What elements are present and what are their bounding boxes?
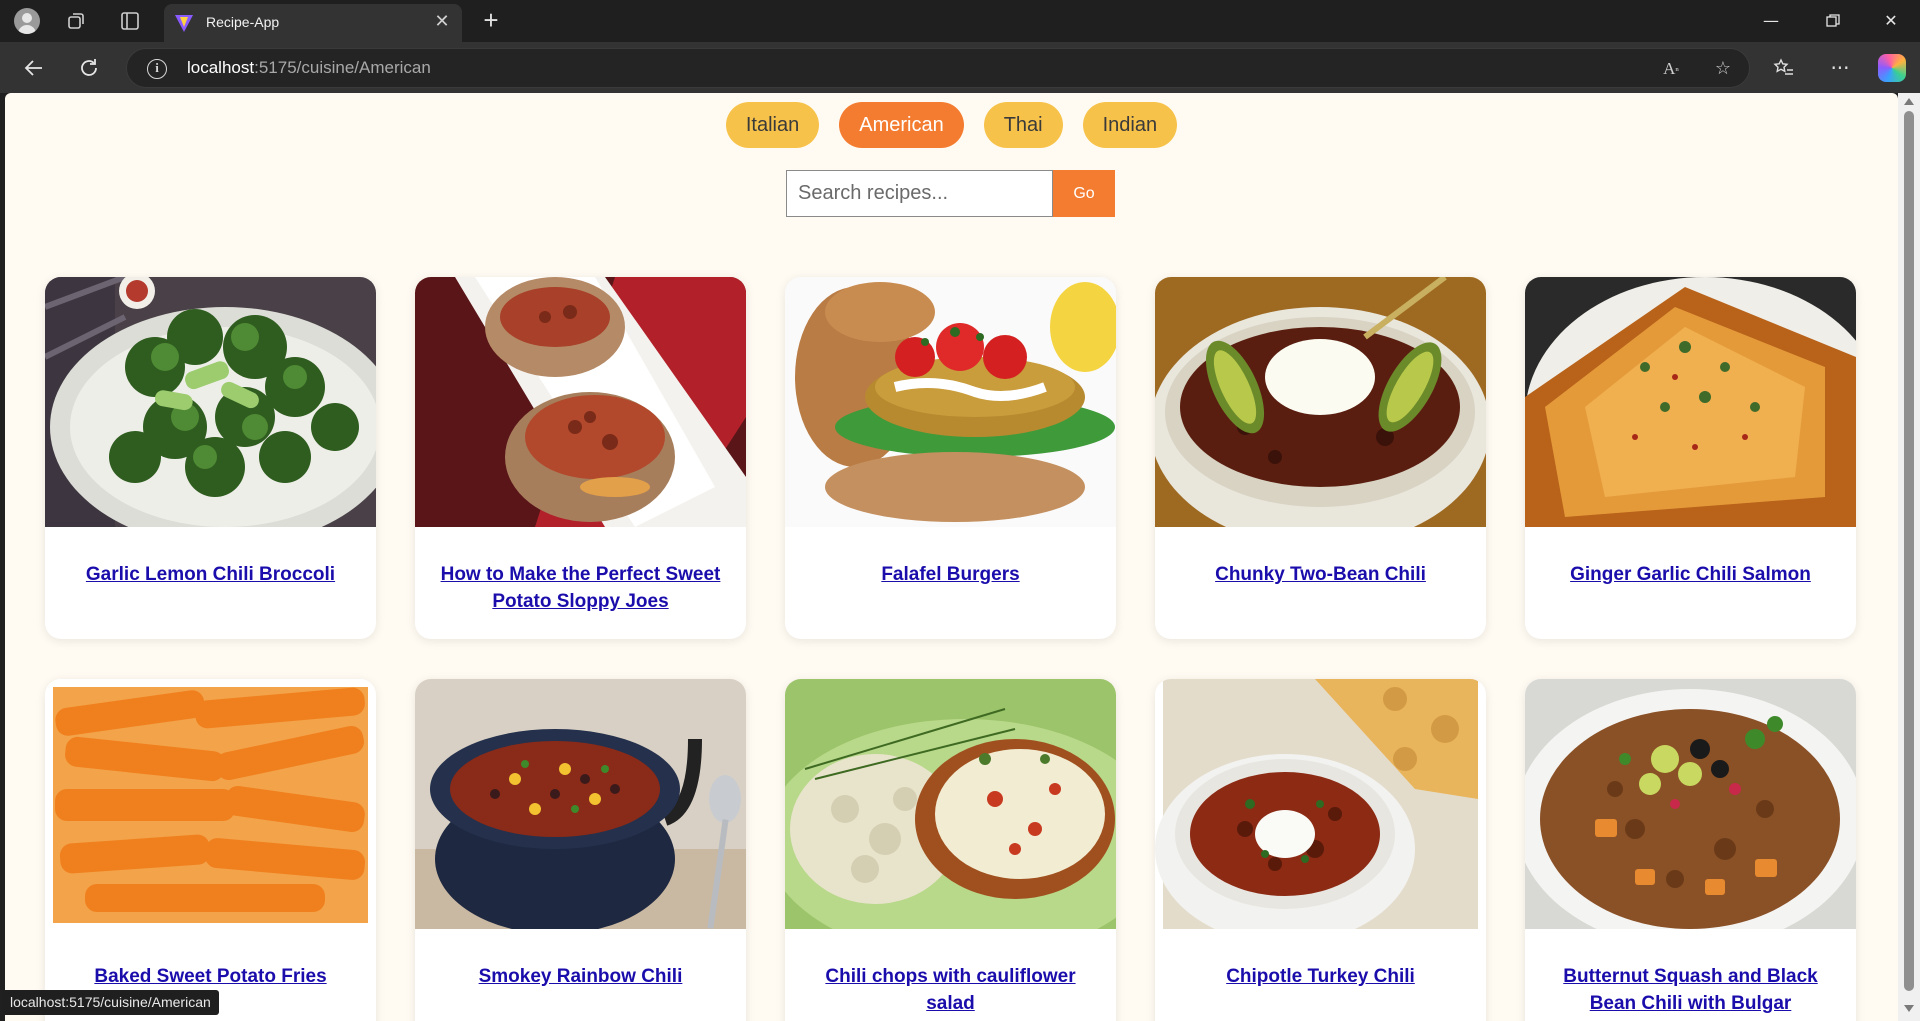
workspaces-icon[interactable]	[64, 9, 88, 33]
recipe-image-rainbow-chili[interactable]	[415, 679, 746, 929]
recipe-title-link[interactable]: Chunky Two-Bean Chili	[1155, 561, 1486, 588]
back-icon[interactable]	[20, 54, 48, 82]
recipe-image-sweet-potato[interactable]	[415, 277, 746, 527]
recipe-image-broccoli[interactable]	[45, 277, 376, 527]
recipe-card[interactable]: Baked Sweet Potato Fries	[45, 679, 376, 1021]
recipe-card[interactable]: How to Make the Perfect Sweet Potato Slo…	[415, 277, 746, 639]
favorite-star-icon[interactable]: ☆	[1711, 57, 1735, 81]
recipe-title-link[interactable]: Chili chops with cauliflower salad	[785, 963, 1116, 1017]
scrollbar-thumb[interactable]	[1904, 111, 1914, 991]
recipe-title-link[interactable]: Ginger Garlic Chili Salmon	[1525, 561, 1856, 588]
address-url[interactable]: localhost:5175/cuisine/American	[187, 58, 431, 78]
search-go-button[interactable]: Go	[1053, 170, 1115, 217]
page-scrollbar[interactable]	[1898, 93, 1920, 1021]
search-input[interactable]	[786, 170, 1053, 217]
recipe-card[interactable]: Chunky Two-Bean Chili	[1155, 277, 1486, 639]
recipe-card[interactable]: Ginger Garlic Chili Salmon	[1525, 277, 1856, 639]
page-viewport: Italian American Thai Indian Go	[5, 93, 1898, 1021]
recipe-image-fries[interactable]	[45, 679, 376, 929]
recipe-image-burger[interactable]	[785, 277, 1116, 527]
close-window-icon[interactable]: ✕	[1876, 8, 1906, 34]
scroll-up-arrow-icon[interactable]	[1904, 98, 1914, 105]
recipe-card[interactable]: Smokey Rainbow Chili	[415, 679, 746, 1021]
profile-avatar-icon[interactable]	[14, 8, 40, 34]
tab-title: Recipe-App	[206, 14, 280, 30]
browser-titlebar: Recipe-App ✕ + — ✕	[0, 0, 1920, 42]
tab-actions-icon[interactable]	[118, 9, 142, 33]
recipe-image-chops[interactable]	[785, 679, 1116, 929]
scroll-down-arrow-icon[interactable]	[1904, 1005, 1914, 1012]
recipe-title-link[interactable]: Smokey Rainbow Chili	[415, 963, 746, 990]
more-options-icon[interactable]: ···	[1826, 54, 1854, 82]
read-aloud-icon[interactable]: Aⁿ	[1659, 57, 1683, 81]
recipe-card[interactable]: Butternut Squash and Black Bean Chili wi…	[1525, 679, 1856, 1021]
minimize-icon[interactable]: —	[1756, 8, 1786, 34]
recipe-title-link[interactable]: Baked Sweet Potato Fries	[45, 963, 376, 990]
browser-toolbar: i localhost:5175/cuisine/American Aⁿ ☆ ·…	[0, 42, 1920, 93]
site-info-icon[interactable]: i	[147, 59, 167, 79]
address-bar[interactable]: i localhost:5175/cuisine/American Aⁿ ☆	[126, 48, 1750, 88]
recipe-title-link[interactable]: Chipotle Turkey Chili	[1155, 963, 1486, 990]
cuisine-thai-button[interactable]: Thai	[983, 102, 1063, 148]
vite-favicon-icon	[175, 15, 193, 32]
search-form: Go	[786, 170, 1115, 217]
reload-icon[interactable]	[75, 54, 103, 82]
cuisine-indian-button[interactable]: Indian	[1082, 102, 1178, 148]
recipe-grid: Garlic Lemon Chili Broccoli How to Make …	[45, 277, 1861, 1021]
cuisine-nav: Italian American Thai Indian	[5, 102, 1898, 148]
copilot-icon[interactable]	[1878, 54, 1906, 82]
recipe-image-squash-chili[interactable]	[1525, 679, 1856, 929]
favorites-list-icon[interactable]	[1770, 54, 1798, 82]
tab-close-icon[interactable]: ✕	[432, 12, 452, 32]
recipe-card[interactable]: Chili chops with cauliflower salad	[785, 679, 1116, 1021]
recipe-image-salmon[interactable]	[1525, 277, 1856, 527]
recipe-card[interactable]: Garlic Lemon Chili Broccoli	[45, 277, 376, 639]
recipe-image-chili-avocado[interactable]	[1155, 277, 1486, 527]
browser-tab[interactable]: Recipe-App ✕	[164, 4, 462, 42]
cuisine-american-button[interactable]: American	[839, 102, 964, 148]
new-tab-icon[interactable]: +	[478, 7, 504, 34]
recipe-image-turkey-chili[interactable]	[1155, 679, 1486, 929]
cuisine-italian-button[interactable]: Italian	[725, 102, 820, 148]
link-status-tooltip: localhost:5175/cuisine/American	[2, 990, 219, 1015]
restore-icon[interactable]	[1818, 8, 1848, 34]
recipe-title-link[interactable]: Falafel Burgers	[785, 561, 1116, 588]
recipe-title-link[interactable]: How to Make the Perfect Sweet Potato Slo…	[415, 561, 746, 615]
recipe-card[interactable]: Falafel Burgers	[785, 277, 1116, 639]
recipe-card[interactable]: Chipotle Turkey Chili	[1155, 679, 1486, 1021]
recipe-title-link[interactable]: Garlic Lemon Chili Broccoli	[45, 561, 376, 588]
recipe-title-link[interactable]: Butternut Squash and Black Bean Chili wi…	[1525, 963, 1856, 1017]
